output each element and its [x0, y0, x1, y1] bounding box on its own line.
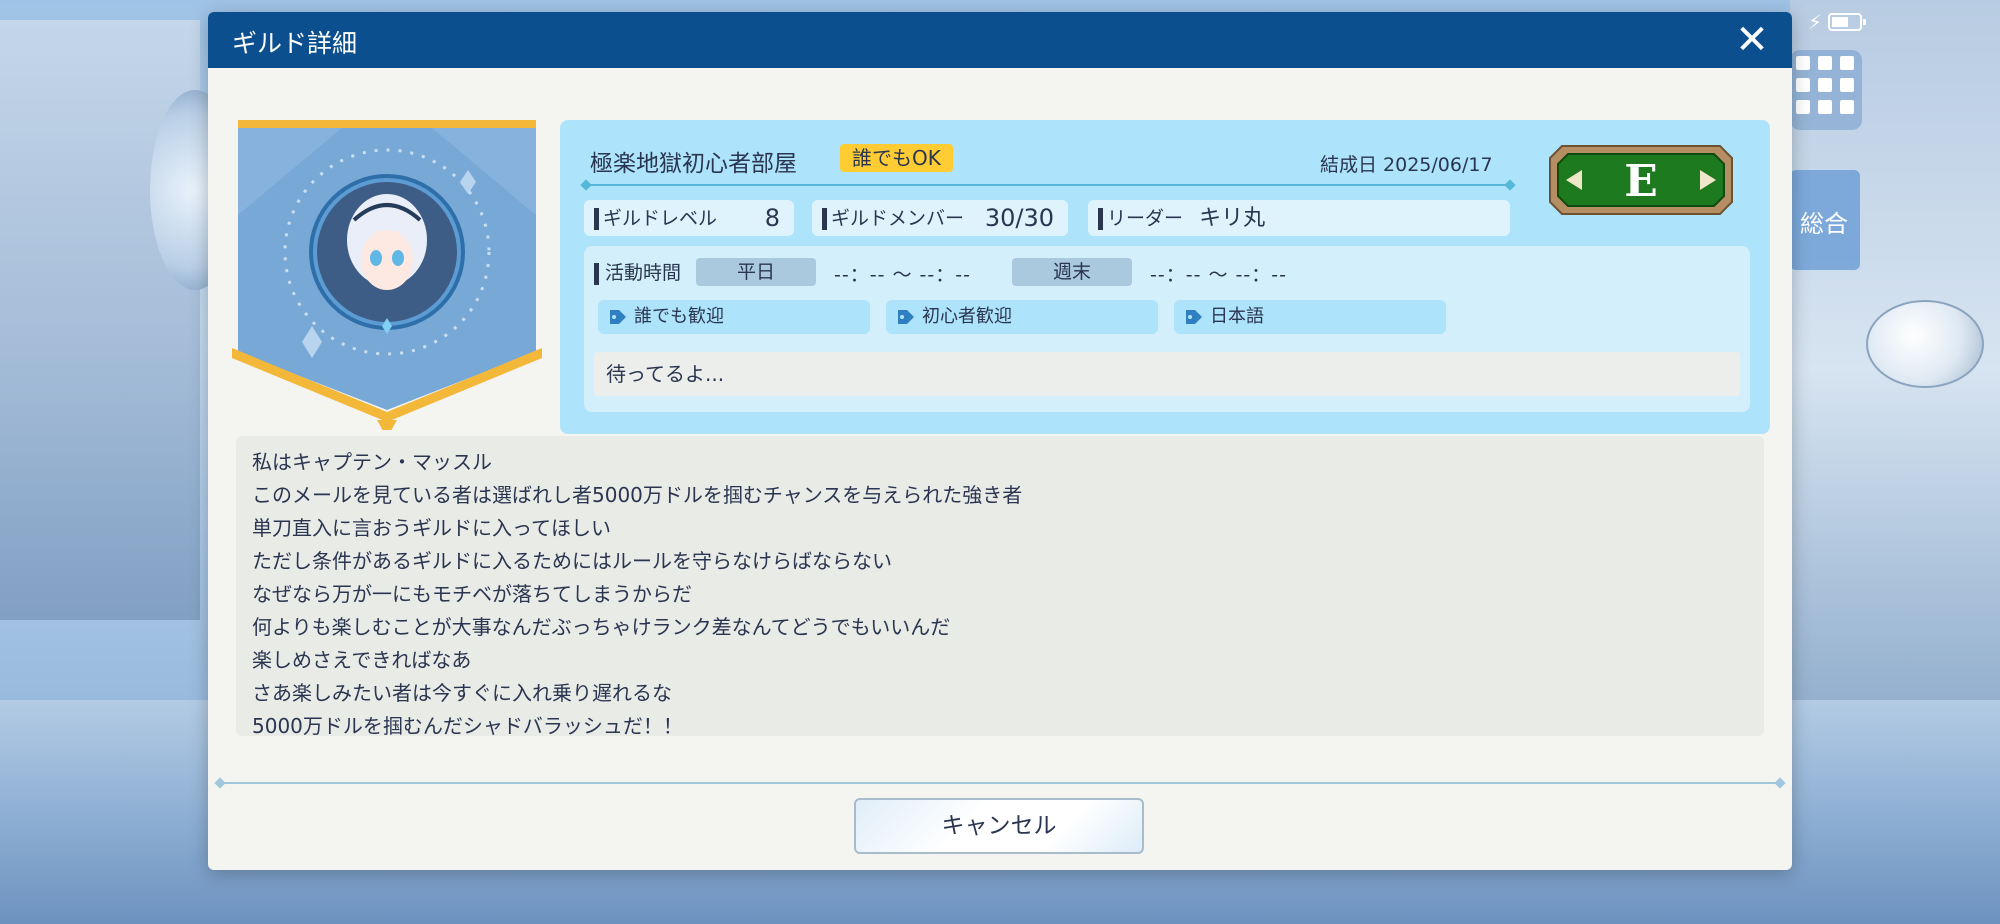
description-line: 単刀直入に言おうギルドに入ってほしい [252, 516, 611, 540]
guild-message: 待ってるよ... [594, 352, 1740, 396]
weekday-pill: 平日 [696, 258, 816, 286]
guild-emblem [232, 120, 542, 438]
guild-leader-value: キリ丸 [1199, 205, 1266, 231]
tag-icon [610, 310, 626, 324]
status-bar: ⚡ [1808, 10, 1867, 34]
guild-info-panel: 極楽地獄初心者部屋 誰でもOK 結成日 2025/06/17 ギルドレベル 8 … [560, 120, 1770, 434]
activity-label: 活動時間 [594, 258, 681, 285]
tag-beginner-welcome: 初心者歓迎 [886, 300, 1158, 334]
rank-badge-icon: E [1549, 145, 1733, 215]
soccer-ball-decoration [1866, 300, 1984, 388]
guild-level-box: ギルドレベル 8 [584, 200, 794, 236]
dialog-header: ギルド詳細 ✕ [208, 12, 1792, 68]
description-line: 5000万ドルを掴むんだシャドバラッシュだ！！ [252, 714, 683, 736]
guild-leader-box: リーダー キリ丸 [1088, 200, 1510, 236]
footer-divider [220, 782, 1780, 784]
guild-rank-badge: E [1548, 144, 1734, 216]
guild-level-label: ギルドレベル [603, 207, 718, 230]
tag-icon [1186, 310, 1202, 324]
tag-japanese: 日本語 [1174, 300, 1446, 334]
tag-icon [898, 310, 914, 324]
weekend-pill: 週末 [1012, 258, 1132, 286]
charging-icon: ⚡ [1808, 10, 1823, 34]
close-icon: ✕ [1735, 17, 1769, 63]
rank-letter: E [1624, 156, 1658, 207]
battery-icon [1828, 13, 1867, 31]
guild-members-box: ギルドメンバー 30/30 [812, 200, 1068, 236]
description-line: 何よりも楽しむことが大事なんだぶっちゃけランク差なんてどうでもいいんだ [252, 615, 951, 639]
guild-members-label: ギルドメンバー [831, 207, 965, 230]
guild-members-value: 30/30 [984, 204, 1054, 232]
weekend-time: --：-- 〜 --：-- [1150, 264, 1287, 286]
header-divider [586, 184, 1510, 186]
guild-banner-icon [232, 120, 542, 438]
description-line: ただし条件があるギルドに入るためにはルールを守らなけらばならない [252, 549, 892, 573]
dialog-title: ギルド詳細 [232, 29, 358, 58]
guild-description[interactable]: 私はキャプテン・マッスル このメールを見ている者は選ばれし者5000万ドルを掴む… [236, 436, 1764, 736]
open-badge: 誰でもOK [840, 144, 953, 172]
menu-grid-icon [1790, 50, 1862, 130]
description-line: 楽しめさえできればなあ [252, 648, 472, 672]
guild-level-value: 8 [764, 204, 780, 232]
close-button[interactable]: ✕ [1732, 20, 1772, 60]
activity-box: 活動時間 平日 --：-- 〜 --：-- 週末 --：-- 〜 --：-- 誰… [584, 246, 1750, 412]
guild-leader-label: リーダー [1107, 207, 1184, 230]
description-line: なぜなら万が一にもモチベが落ちてしまうからだ [252, 582, 692, 606]
description-line: 私はキャプテン・マッスル [252, 450, 492, 474]
guild-detail-dialog: ギルド詳細 ✕ 極楽地獄初心者部屋 誰でもOK 結成日 2025/06/17 ギ… [208, 12, 1792, 870]
background-side-label: 総合 [1800, 210, 1848, 238]
weekday-time: --：-- 〜 --：-- [834, 264, 971, 286]
cancel-button[interactable]: キャンセル [854, 798, 1144, 854]
guild-name: 極楽地獄初心者部屋 [590, 151, 797, 177]
description-line: このメールを見ている者は選ばれし者5000万ドルを掴むチャンスを与えられた強き者 [252, 483, 1023, 507]
battery-fill [1832, 17, 1848, 27]
founded-date: 結成日 2025/06/17 [1320, 154, 1493, 176]
description-line: さあ楽しみたい者は今すぐに入れ乗り遅れるな [252, 681, 672, 705]
tag-welcome-all: 誰でも歓迎 [598, 300, 870, 334]
